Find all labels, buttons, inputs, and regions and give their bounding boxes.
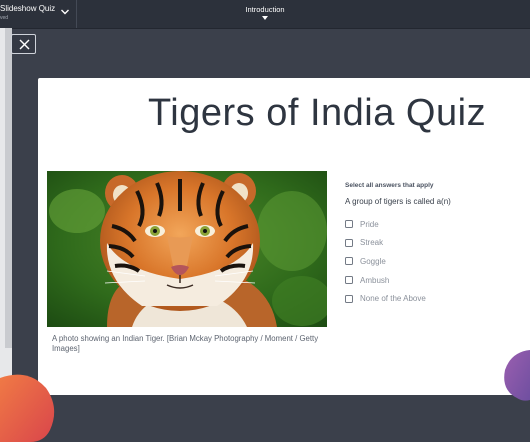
checkbox[interactable] bbox=[345, 220, 353, 229]
slide-title: Tigers of India Quiz bbox=[148, 92, 487, 134]
answer-option[interactable]: Ambush bbox=[345, 271, 426, 290]
answer-option-label: Streak bbox=[360, 238, 384, 248]
answer-option-label: None of the Above bbox=[360, 294, 426, 304]
top-toolbar: Slideshow Quiz ved Introduction bbox=[0, 0, 530, 29]
question-text: A group of tigers is called a(n) bbox=[345, 197, 451, 206]
answer-option[interactable]: Goggle bbox=[345, 252, 426, 271]
close-button[interactable] bbox=[11, 34, 36, 54]
quiz-slide: Tigers of India Quiz A photo showing an … bbox=[38, 78, 530, 395]
save-status: ved bbox=[0, 15, 9, 21]
answer-option-label: Goggle bbox=[360, 256, 386, 266]
toolbar-divider bbox=[76, 0, 77, 28]
answer-option[interactable]: Pride bbox=[345, 215, 426, 234]
tab-introduction[interactable]: Introduction bbox=[220, 5, 310, 14]
answer-option[interactable]: Streak bbox=[345, 234, 426, 253]
close-icon bbox=[19, 39, 30, 50]
checkbox[interactable] bbox=[345, 294, 353, 303]
tiger-photo bbox=[47, 171, 327, 327]
answer-option-label: Ambush bbox=[360, 275, 390, 285]
checkbox[interactable] bbox=[345, 276, 353, 285]
answer-option[interactable]: None of the Above bbox=[345, 289, 426, 308]
checkbox[interactable] bbox=[345, 257, 353, 266]
answer-options: Pride Streak Goggle Ambush None of the A… bbox=[345, 215, 426, 308]
chevron-down-icon[interactable] bbox=[60, 8, 70, 16]
image-caption: A photo showing an Indian Tiger. [Brian … bbox=[52, 334, 319, 353]
left-panel-scrollbar[interactable] bbox=[5, 28, 12, 348]
question-instruction: Select all answers that apply bbox=[345, 182, 434, 189]
chevron-down-icon[interactable] bbox=[262, 16, 268, 21]
decorative-blob bbox=[504, 350, 530, 401]
answer-option-label: Pride bbox=[360, 219, 379, 229]
project-title[interactable]: Slideshow Quiz bbox=[0, 4, 55, 13]
decorative-blob bbox=[0, 374, 55, 442]
checkbox[interactable] bbox=[345, 238, 353, 247]
